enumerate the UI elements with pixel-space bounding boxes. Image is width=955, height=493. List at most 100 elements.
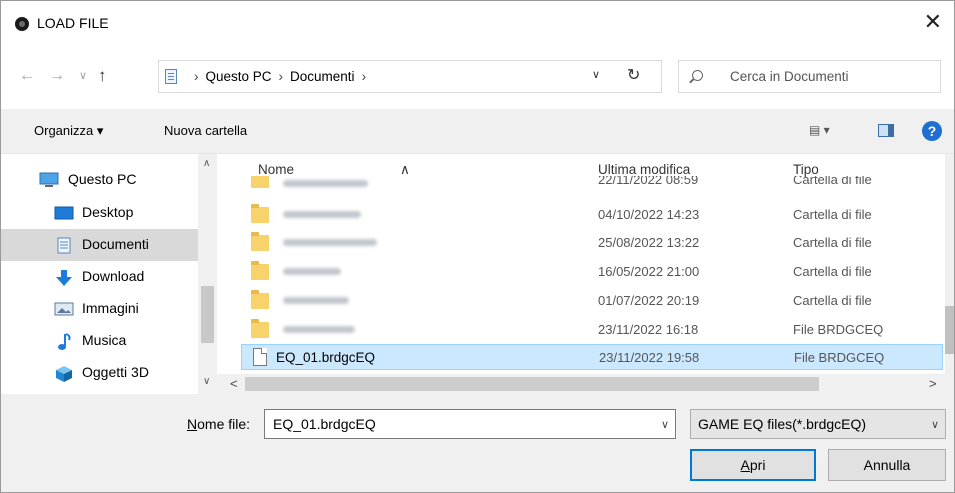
new-folder-button[interactable]: Nuova cartella [164, 123, 247, 138]
chevron-down-icon[interactable]: ∨ [931, 418, 939, 431]
title-bar: LOAD FILE ✕ [1, 1, 954, 47]
folder-icon [251, 204, 269, 223]
folder-icon [251, 261, 269, 280]
scroll-down-icon[interactable]: ∨ [203, 376, 210, 387]
sidebar-item-download[interactable]: Download [1, 261, 198, 293]
sidebar-scroll-thumb[interactable] [201, 286, 214, 343]
file-row[interactable]: 22/11/2022 08:59 Cartella di file [241, 176, 943, 192]
sidebar-item-immagini[interactable]: Immagini [1, 293, 198, 325]
file-row[interactable]: 04/10/2022 14:23 Cartella di file [241, 202, 943, 228]
preview-pane-icon[interactable] [878, 124, 894, 137]
up-button[interactable]: ↑ [98, 66, 107, 86]
column-header-type[interactable]: Tipo [793, 162, 819, 177]
file-type: Cartella di file [793, 207, 872, 222]
file-type-filter[interactable]: GAME EQ files(*.brdgcEQ) ∨ [690, 409, 946, 439]
file-type: Cartella di file [793, 176, 872, 187]
column-header-modified[interactable]: Ultima modifica [598, 162, 690, 177]
breadcrumb: › Questo PC › Documenti › [187, 69, 373, 84]
folder-icon [251, 176, 269, 188]
blurred-folder-name [283, 211, 361, 218]
back-button[interactable]: ← [19, 67, 35, 85]
file-row[interactable]: 16/05/2022 21:00 Cartella di file [241, 259, 943, 285]
navigation-pane: Questo PC Desktop Documenti Download Imm… [1, 154, 217, 394]
blurred-folder-name [283, 268, 341, 275]
blurred-folder-name [283, 297, 349, 304]
sidebar-item-questo-pc[interactable]: Questo PC [1, 164, 198, 196]
view-options-button[interactable]: ▤ ▾ [809, 123, 830, 137]
blurred-folder-name [283, 239, 377, 246]
breadcrumb-separator[interactable]: › [362, 69, 367, 84]
file-icon [253, 348, 267, 366]
file-type: File BRDGCEQ [793, 322, 884, 337]
window-title: LOAD FILE [37, 15, 109, 31]
column-header-name[interactable]: Nome [258, 162, 294, 177]
sidebar-item-label: Oggetti 3D [82, 364, 149, 380]
address-dropdown-button[interactable]: ∨ [592, 68, 600, 81]
search-placeholder[interactable]: Cerca in Documenti [730, 69, 849, 84]
file-row-selected[interactable]: EQ_01.brdgcEQ 23/11/2022 19:58 File BRDG… [241, 344, 943, 370]
file-list-horizontal-scrollbar[interactable]: < > [217, 374, 954, 394]
close-button[interactable]: ✕ [924, 11, 942, 33]
blurred-folder-name [283, 326, 355, 333]
cancel-button[interactable]: Annulla [828, 449, 946, 481]
search-box[interactable]: Cerca in Documenti [678, 60, 941, 93]
scroll-left-icon[interactable]: < [230, 376, 238, 391]
pictures-icon [54, 301, 74, 316]
file-list-vertical-scrollbar[interactable] [945, 154, 954, 374]
breadcrumb-documenti[interactable]: Documenti [290, 69, 355, 84]
horizontal-scroll-thumb[interactable] [245, 377, 819, 391]
file-type: Cartella di file [793, 264, 872, 279]
file-modified: 16/05/2022 21:00 [598, 264, 700, 279]
file-row[interactable]: 25/08/2022 13:22 Cartella di file [241, 230, 943, 256]
breadcrumb-separator[interactable]: › [279, 69, 284, 84]
file-type: Cartella di file [793, 235, 872, 250]
file-type: Cartella di file [793, 293, 872, 308]
documents-icon [54, 237, 74, 254]
sidebar-item-label: Immagini [82, 300, 139, 316]
blurred-folder-name [283, 180, 368, 187]
file-type: File BRDGCEQ [794, 350, 885, 365]
search-icon [692, 70, 703, 81]
help-icon[interactable]: ? [922, 121, 942, 141]
scroll-up-icon[interactable]: ∧ [203, 158, 210, 169]
forward-button[interactable]: → [49, 67, 65, 85]
folder-icon [251, 290, 269, 309]
folder-icon [251, 232, 269, 251]
filename-input[interactable]: EQ_01.brdgcEQ ∨ [264, 409, 676, 439]
navigation-bar: ← → ∨ ↑ › Questo PC › Documenti › ∨ ↻ Cerca … [1, 47, 954, 109]
file-modified: 23/11/2022 16:18 [598, 322, 699, 337]
open-label: pri [749, 457, 766, 473]
app-icon [15, 17, 29, 31]
filename-label-access-key: N [187, 416, 198, 432]
refresh-button[interactable]: ↻ [627, 65, 640, 85]
sidebar-item-label: Download [82, 268, 145, 284]
open-button[interactable]: Apri [690, 449, 816, 481]
documents-icon [165, 69, 177, 84]
organize-menu[interactable]: Organizza ▾ [34, 123, 103, 139]
sidebar-scrollbar[interactable]: ∧ ∨ [198, 154, 217, 394]
filename-label-text: ome file: [197, 416, 251, 432]
desktop-icon [54, 205, 74, 220]
file-list: Nome ∧ Ultima modifica Tipo 22/11/2022 0… [217, 154, 954, 394]
file-row[interactable]: 01/07/2022 20:19 Cartella di file [241, 288, 943, 314]
file-modified: 23/11/2022 19:58 [599, 350, 700, 365]
3d-objects-icon [54, 365, 74, 382]
sidebar-item-musica[interactable]: Musica [1, 325, 198, 357]
sidebar-item-desktop[interactable]: Desktop [1, 197, 198, 229]
scroll-right-icon[interactable]: > [929, 376, 937, 391]
recent-locations-button[interactable]: ∨ [79, 69, 87, 82]
vertical-scroll-thumb[interactable] [945, 306, 954, 354]
sidebar-item-documenti[interactable]: Documenti [1, 229, 198, 261]
toolbar: Organizza ▾ Nuova cartella ▤ ▾ ? [1, 109, 954, 154]
breadcrumb-questo-pc[interactable]: Questo PC [206, 69, 272, 84]
address-bar[interactable]: › Questo PC › Documenti › ∨ ↻ [158, 60, 662, 93]
file-modified: 01/07/2022 20:19 [598, 293, 700, 308]
chevron-down-icon[interactable]: ∨ [661, 418, 669, 431]
sidebar-item-label: Questo PC [68, 171, 137, 187]
load-file-dialog: LOAD FILE ✕ ← → ∨ ↑ › Questo PC › Documenti… [0, 0, 955, 493]
file-row[interactable]: 23/11/2022 16:18 File BRDGCEQ [241, 317, 943, 343]
filename-value[interactable]: EQ_01.brdgcEQ [273, 416, 376, 432]
breadcrumb-separator: › [194, 69, 199, 84]
sidebar-item-oggetti-3d[interactable]: Oggetti 3D [1, 357, 198, 389]
download-icon [54, 269, 74, 286]
